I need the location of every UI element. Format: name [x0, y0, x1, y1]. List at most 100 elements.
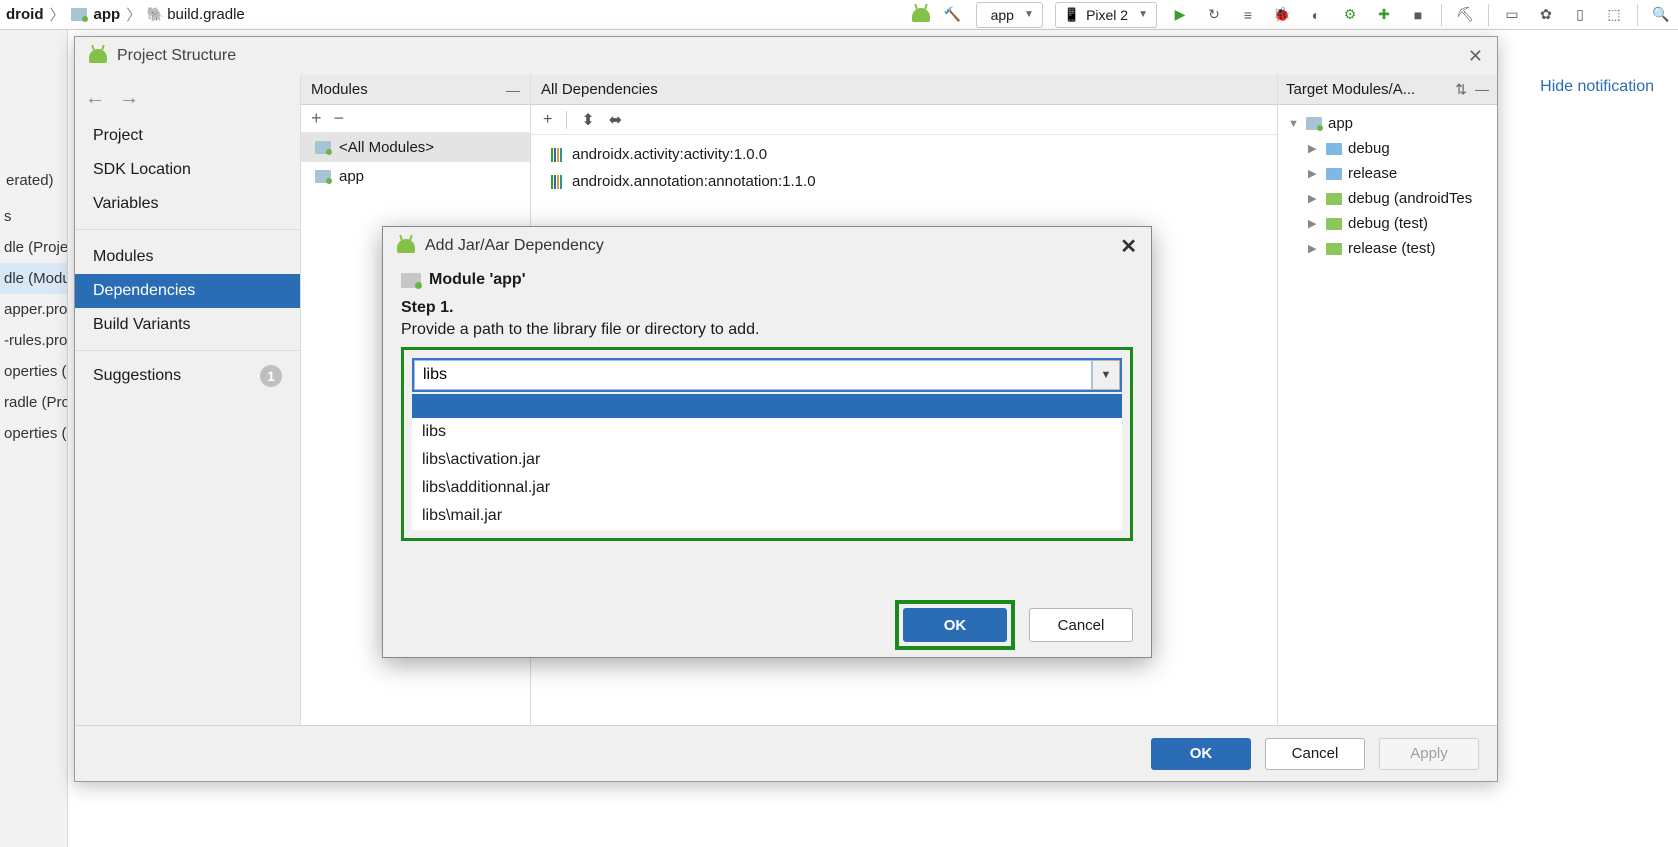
sdk-icon[interactable]: ✿: [1535, 4, 1557, 26]
rerun-icon[interactable]: ↻: [1203, 4, 1225, 26]
phone-icon: 📱: [1064, 7, 1080, 23]
android-icon: [89, 49, 107, 63]
tree-row[interactable]: -rules.pro: [0, 325, 67, 356]
folder-icon: [1326, 243, 1342, 255]
module-item-app[interactable]: app: [301, 162, 530, 191]
run-config-selector[interactable]: app ▼: [976, 2, 1043, 28]
nav-build-variants[interactable]: Build Variants: [75, 308, 300, 342]
hammer-icon[interactable]: 🔨: [942, 4, 964, 26]
minimize-icon[interactable]: —: [1475, 81, 1489, 98]
nav-project[interactable]: Project: [75, 119, 300, 153]
nav-suggestions[interactable]: Suggestions 1: [75, 357, 300, 395]
ps-titlebar: Project Structure ✕: [75, 37, 1497, 75]
device-selector[interactable]: 📱 Pixel 2 ▼: [1055, 2, 1157, 28]
nav-variables[interactable]: Variables: [75, 187, 300, 221]
step-desc: Provide a path to the library file or di…: [401, 321, 1133, 339]
ps-nav: ← → Project SDK Location Variables Modul…: [75, 75, 301, 725]
close-icon[interactable]: ✕: [1468, 46, 1483, 67]
back-icon[interactable]: ←: [83, 86, 107, 110]
sync-icon[interactable]: ⛏: [1454, 4, 1476, 26]
breadcrumb: droid 〉 app 〉 🐘 build.gradle: [6, 4, 245, 25]
tree-item[interactable]: ▶debug: [1282, 136, 1493, 161]
settings-icon[interactable]: ⇅: [1455, 81, 1467, 98]
device-icon[interactable]: ▯: [1569, 4, 1591, 26]
project-tree-partial: erated) s dle (Proje dle (Modu apper.pro…: [0, 30, 68, 847]
tree-row[interactable]: apper.pro: [0, 294, 67, 325]
folder-icon: [1326, 143, 1342, 155]
tree-row[interactable]: radle (Pro: [0, 387, 67, 418]
dropdown-toggle-icon[interactable]: ▼: [1092, 360, 1120, 390]
tree-item[interactable]: ▶debug (androidTes: [1282, 186, 1493, 211]
search-icon[interactable]: 🔍: [1650, 4, 1672, 26]
add-module-icon[interactable]: +: [311, 108, 322, 129]
cancel-button[interactable]: Cancel: [1265, 738, 1365, 770]
dep-item[interactable]: androidx.activity:activity:1.0.0: [531, 141, 1277, 168]
tree-row[interactable]: operties (: [0, 356, 67, 387]
ok-button[interactable]: OK: [1151, 738, 1251, 770]
deps-header: All Dependencies: [541, 81, 658, 98]
remove-module-icon[interactable]: −: [334, 108, 345, 129]
library-path-input[interactable]: [414, 360, 1092, 390]
nav-dependencies[interactable]: Dependencies: [75, 274, 300, 308]
suggestion-list: libs libs\activation.jar libs\additionna…: [412, 394, 1122, 530]
modules-header: Modules: [311, 81, 368, 98]
close-icon[interactable]: ✕: [1120, 234, 1137, 259]
crumb-file[interactable]: build.gradle: [167, 6, 245, 23]
android-icon: [397, 239, 415, 253]
ps-title: Project Structure: [117, 47, 236, 65]
module-icon: [315, 141, 331, 154]
library-icon: [551, 148, 562, 162]
tree-row[interactable]: dle (Proje: [0, 232, 67, 263]
cancel-button[interactable]: Cancel: [1029, 608, 1133, 642]
debug-icon[interactable]: 🐞: [1271, 4, 1293, 26]
targets-header: Target Modules/A...: [1286, 81, 1415, 98]
dep-item[interactable]: androidx.annotation:annotation:1.1.0: [531, 168, 1277, 195]
folder-icon: [1326, 168, 1342, 180]
tree-row[interactable]: operties (S: [0, 418, 67, 449]
attach-icon[interactable]: ⚙: [1339, 4, 1361, 26]
coverage-icon[interactable]: ≡: [1237, 4, 1259, 26]
module-app-label: Module 'app': [429, 271, 526, 289]
profile-icon[interactable]: ◐: [1305, 4, 1327, 26]
forward-icon[interactable]: →: [117, 86, 141, 110]
ok-button[interactable]: OK: [903, 608, 1007, 642]
avd-icon[interactable]: ▭: [1501, 4, 1523, 26]
run-icon[interactable]: ▶: [1169, 4, 1191, 26]
tree-item[interactable]: ▶release (test): [1282, 236, 1493, 261]
suggestion-item[interactable]: libs\additionnal.jar: [412, 474, 1122, 502]
collapse-all-icon[interactable]: ⬌: [609, 110, 622, 130]
ps-button-row: OK Cancel Apply: [75, 725, 1497, 781]
crumb-app[interactable]: app: [94, 6, 121, 23]
expand-all-icon[interactable]: ⬍: [581, 110, 594, 130]
android-icon[interactable]: [912, 8, 930, 22]
library-icon: [551, 175, 562, 189]
tree-item[interactable]: ▶debug (test): [1282, 211, 1493, 236]
hide-notification-link[interactable]: Hide notification: [1540, 78, 1654, 96]
stop-icon[interactable]: ■: [1407, 4, 1429, 26]
nav-sdk-location[interactable]: SDK Location: [75, 153, 300, 187]
tree-row[interactable]: s: [0, 201, 67, 232]
add-dep-icon[interactable]: +: [543, 111, 552, 129]
module-icon: [1306, 117, 1322, 130]
crumb-root[interactable]: droid: [6, 6, 44, 23]
nav-modules[interactable]: Modules: [75, 240, 300, 274]
toolbar-right: 🔨 app ▼ 📱 Pixel 2 ▼ ▶ ↻ ≡ 🐞 ◐ ⚙ ✚ ■ ⛏ ▭ …: [912, 2, 1672, 28]
module-item-all[interactable]: <All Modules>: [301, 133, 530, 162]
suggestion-item[interactable]: [412, 394, 1122, 418]
folder-icon: [1326, 218, 1342, 230]
suggestion-item[interactable]: libs: [412, 418, 1122, 446]
folder-icon: [71, 8, 87, 21]
layout-icon[interactable]: ⬚: [1603, 4, 1625, 26]
suggestion-item[interactable]: libs\mail.jar: [412, 502, 1122, 530]
add-jar-aar-dialog: Add Jar/Aar Dependency ✕ Module 'app' St…: [382, 226, 1152, 658]
tree-item[interactable]: ▶release: [1282, 161, 1493, 186]
target-modules-column: Target Modules/A... ⇅ — ▼app ▶debug ▶rel…: [1277, 75, 1497, 725]
jar-dialog-title: Add Jar/Aar Dependency: [425, 237, 604, 255]
more-icon[interactable]: ✚: [1373, 4, 1395, 26]
tree-app[interactable]: ▼app: [1282, 111, 1493, 136]
ok-highlight-frame: OK: [895, 600, 1015, 650]
minimize-icon[interactable]: —: [506, 82, 520, 98]
top-toolbar: droid 〉 app 〉 🐘 build.gradle 🔨 app ▼ 📱 P…: [0, 0, 1678, 30]
tree-row[interactable]: dle (Modu: [0, 263, 67, 294]
suggestion-item[interactable]: libs\activation.jar: [412, 446, 1122, 474]
